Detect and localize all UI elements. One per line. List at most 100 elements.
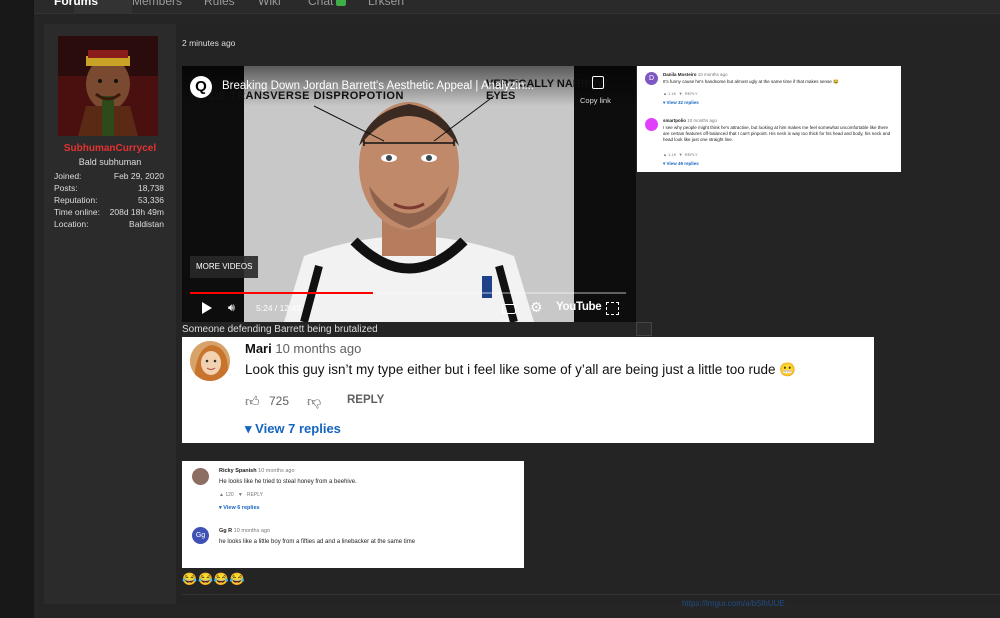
user-title: Bald subhuman bbox=[78, 157, 142, 167]
like-count: 725 bbox=[269, 394, 290, 408]
thumbs-down-icon: ▼ bbox=[237, 492, 243, 498]
post-emojis: 😂😂😂😂 bbox=[182, 572, 246, 586]
top-nav: Forums Members Rules Wiki Chat Lrksen bbox=[34, 0, 1000, 14]
comment-text: Look this guy isn’t my type either but i… bbox=[245, 362, 797, 377]
stat-joined: Joined: Feb 29, 2020 bbox=[54, 171, 164, 183]
comment-author-name: Danila Mosteiro bbox=[663, 72, 697, 77]
nav-lrksen[interactable]: Lrksen bbox=[368, 0, 404, 8]
comment-text: I see why people might think he's attrac… bbox=[663, 125, 891, 142]
comment-text: he looks like a little boy from a fiftie… bbox=[219, 539, 416, 545]
comment-avatar: Gg bbox=[192, 527, 209, 544]
stat-value: 208d 18h 49m bbox=[109, 207, 164, 217]
stat-value: 18,738 bbox=[138, 183, 164, 193]
stat-reputation: Reputation: 53,336 bbox=[54, 195, 164, 207]
comment-text: He looks like he tried to steal honey fr… bbox=[219, 479, 357, 485]
like-count: 120 bbox=[225, 492, 234, 498]
view-replies-link: ▾ View 7 replies bbox=[245, 421, 341, 436]
comment-author: Mari 10 months ago bbox=[245, 341, 361, 356]
view-replies-label: View 6 replies bbox=[223, 505, 260, 511]
stat-label: Time online: bbox=[54, 207, 100, 217]
stat-value: 53,336 bbox=[138, 195, 164, 205]
imgur-link[interactable]: https://imgur.com/a/bSlhUUE bbox=[682, 599, 785, 608]
time-label: 5:24 / 12:43 bbox=[256, 303, 301, 313]
thumbs-down-icon: 👎︎ bbox=[307, 393, 322, 409]
stat-time-online: Time online: 208d 18h 49m bbox=[54, 207, 164, 219]
comment-actions: ▲ 120 ▼ REPLY bbox=[219, 492, 263, 498]
comment-text: It's funny cause he's handsome but almos… bbox=[663, 79, 839, 84]
username[interactable]: SubhumanCurrycel bbox=[44, 143, 176, 154]
thumbs-up-icon: ▲ bbox=[663, 91, 667, 96]
reply-label: REPLY bbox=[684, 91, 698, 96]
comment-age: 10 months ago bbox=[697, 72, 728, 77]
copy-link-icon[interactable] bbox=[592, 76, 604, 89]
stat-label: Location: bbox=[54, 219, 89, 229]
view-replies-link: ▾ View 49 replies bbox=[663, 161, 699, 166]
more-videos-button[interactable]: MORE VIDEOS bbox=[190, 256, 259, 278]
comment-avatar bbox=[190, 341, 230, 381]
progress-fill bbox=[190, 292, 374, 294]
page: Forums Members Rules Wiki Chat Lrksen Su… bbox=[0, 0, 1000, 618]
youtube-logo[interactable]: YouTube bbox=[556, 301, 602, 313]
reply-label: REPLY bbox=[246, 492, 264, 498]
comment-age: 10 months ago bbox=[687, 118, 718, 123]
comment-avatar bbox=[192, 468, 209, 485]
thumbs-up-icon: ▲ bbox=[219, 492, 224, 498]
like-count: 1.1K bbox=[668, 91, 677, 96]
reply-label: REPLY bbox=[684, 152, 698, 157]
stat-label: Posts: bbox=[54, 183, 78, 193]
gear-icon[interactable]: ⚙︎ bbox=[530, 299, 543, 316]
comment-author-name: smartpolio bbox=[663, 118, 687, 123]
left-gutter bbox=[0, 0, 34, 618]
comment-age: 10 months ago bbox=[233, 528, 271, 534]
nav-forums[interactable]: Forums bbox=[54, 0, 98, 8]
comment-avatar: D bbox=[645, 72, 658, 85]
view-replies-link: ▾ View 6 replies bbox=[219, 505, 260, 511]
view-replies-label: View 32 replies bbox=[666, 100, 699, 105]
thumbs-up-icon: ▲ bbox=[663, 152, 667, 157]
video-controls: 🔊︎ 5:24 / 12:43 ⚙︎ YouTube bbox=[182, 296, 636, 322]
comment-age: 10 months ago bbox=[275, 341, 362, 356]
nav-wiki[interactable]: Wiki bbox=[258, 0, 281, 8]
fullscreen-icon[interactable] bbox=[606, 302, 619, 315]
like-count: 1.1K bbox=[668, 152, 677, 157]
progress-bar[interactable] bbox=[190, 292, 626, 294]
comment-screenshot-mari: Mari 10 months ago Look this guy isn’t m… bbox=[182, 337, 874, 443]
stat-label: Reputation: bbox=[54, 195, 98, 205]
image-expand-button[interactable] bbox=[636, 322, 652, 336]
comment-author: Ricky Spanish 10 months ago bbox=[219, 468, 295, 474]
nav-members[interactable]: Members bbox=[132, 0, 182, 8]
stat-location: Location: Baldistan bbox=[54, 219, 164, 231]
play-icon[interactable] bbox=[202, 302, 212, 314]
copy-link-label[interactable]: Copy link bbox=[580, 96, 611, 105]
nav-rules[interactable]: Rules bbox=[204, 0, 235, 8]
post-caption: Someone defending Barrett being brutaliz… bbox=[182, 324, 378, 335]
user-avatar[interactable] bbox=[58, 36, 158, 136]
stat-posts: Posts: 18,738 bbox=[54, 183, 164, 195]
video-title[interactable]: Breaking Down Jordan Barrett's Aesthetic… bbox=[222, 80, 582, 92]
chat-badge-icon bbox=[336, 0, 347, 7]
view-replies-label: View 49 replies bbox=[666, 161, 699, 166]
nav-chat-label: Chat bbox=[308, 0, 334, 8]
thumbs-down-icon: ▼ bbox=[678, 91, 683, 96]
comment-author-name: Mari bbox=[245, 341, 272, 356]
view-replies-label: View 7 replies bbox=[255, 421, 341, 436]
channel-logo-icon[interactable]: Q bbox=[190, 76, 212, 98]
stat-label: Joined: bbox=[54, 171, 82, 181]
comment-screenshot-right: D Danila Mosteiro 10 months ago It's fun… bbox=[637, 66, 901, 172]
thumbs-up-icon: 👍︎ bbox=[245, 393, 260, 409]
comment-actions: ▲ 1.1K ▼ REPLY bbox=[663, 91, 698, 96]
comment-author-name: Gg R bbox=[219, 528, 233, 534]
volume-icon[interactable]: 🔊︎ bbox=[228, 302, 235, 315]
reply-label: REPLY bbox=[347, 394, 385, 406]
post-divider bbox=[182, 594, 1000, 595]
stat-value: Baldistan bbox=[129, 219, 164, 229]
view-replies-link: ▾ View 32 replies bbox=[663, 100, 699, 105]
comment-screenshot-lower: Ricky Spanish 10 months ago He looks lik… bbox=[182, 461, 524, 568]
comment-author-name: Ricky Spanish bbox=[219, 468, 257, 474]
stat-value: Feb 29, 2020 bbox=[113, 171, 164, 181]
post-timestamp[interactable]: 2 minutes ago bbox=[182, 38, 235, 48]
video-player[interactable]: DE TRANSVERSE DISPROPOTION VERTICALLY NA… bbox=[182, 66, 636, 322]
thumbs-down-icon: ▼ bbox=[678, 152, 683, 157]
subtitles-icon[interactable] bbox=[502, 304, 516, 314]
nav-chat[interactable]: Chat bbox=[308, 0, 347, 8]
